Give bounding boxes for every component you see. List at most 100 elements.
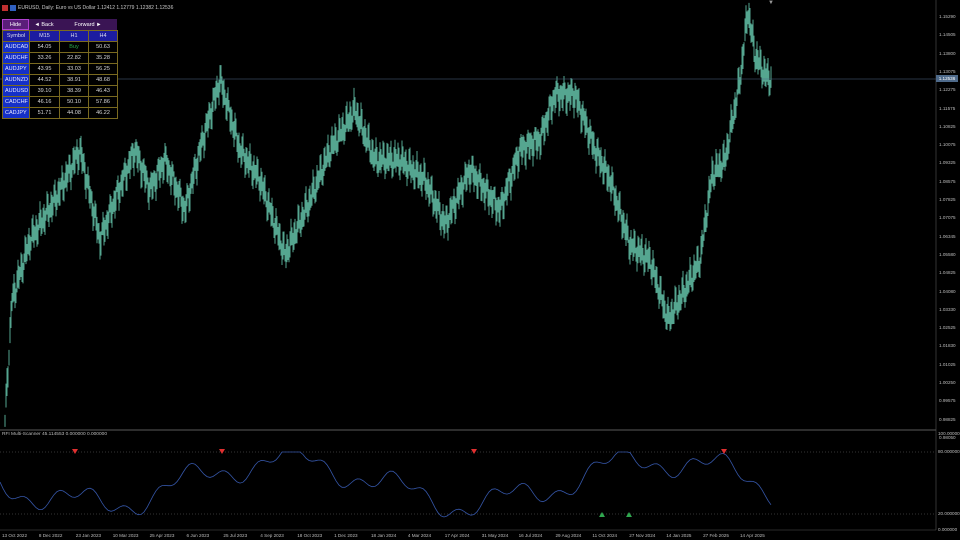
current-price-tag: 1.12536: [936, 75, 958, 82]
price-tick-label: 1.11575: [939, 105, 956, 111]
signal-arrows: [72, 449, 727, 517]
table-row[interactable]: AUDUSD 39.10 38.39 46.43: [2, 85, 118, 97]
sell-signal-arrow-icon: [219, 449, 225, 454]
h1-cell[interactable]: Buy: [59, 41, 89, 53]
date-tick-label: 23 Jan 2023: [75, 533, 102, 538]
rsi-tick-label: 0.000000: [938, 527, 958, 532]
chart-title-bar: EURUSD, Daily: Euro vs US Dollar 1.12412…: [2, 3, 173, 13]
price-tick-label: 1.07825: [939, 197, 956, 202]
m15-cell[interactable]: 44.52: [29, 74, 60, 86]
price-tick-label: 1.03330: [939, 306, 956, 312]
forward-button[interactable]: Forward ►: [59, 19, 117, 30]
h4-cell[interactable]: 56.25: [88, 63, 118, 75]
m15-cell[interactable]: 33.26: [29, 52, 60, 64]
symbol-cell[interactable]: CADJPY: [2, 107, 30, 119]
symbol-cell[interactable]: AUDCAD: [2, 41, 30, 53]
symbol-cell[interactable]: AUDNZD: [2, 74, 30, 86]
m15-cell[interactable]: 51.71: [29, 107, 60, 119]
date-tick-label: 8 Dec 2022: [38, 533, 63, 538]
buy-signal-arrow-icon: [599, 512, 605, 517]
sell-signal-arrow-icon: [471, 449, 477, 454]
price-tick-label: 1.10825: [939, 123, 956, 129]
column-header: Symbol: [2, 30, 30, 42]
price-tick-label: 1.04080: [939, 288, 956, 294]
date-tick-label: 18 Jan 2024: [371, 533, 397, 538]
date-tick-label: 29 Aug 2024: [555, 533, 582, 538]
symbol-cell[interactable]: AUDJPY: [2, 63, 30, 75]
h4-cell[interactable]: 48.68: [88, 74, 118, 86]
chart-title: EURUSD, Daily: Euro vs US Dollar 1.12412…: [18, 5, 174, 11]
h1-cell[interactable]: 50.10: [59, 96, 89, 108]
date-tick-label: 17 Apr 2024: [444, 533, 470, 538]
hide-button[interactable]: Hide: [2, 19, 29, 30]
table-row[interactable]: AUDCAD 54.05 Buy 50.63: [2, 41, 118, 53]
price-tick-label: 1.10075: [939, 142, 956, 148]
symbol-cell[interactable]: AUDUSD: [2, 85, 30, 97]
rsi-tick-label: 100.000000: [938, 431, 960, 436]
m15-cell[interactable]: 46.16: [29, 96, 60, 108]
price-tick-label: 1.01830: [939, 343, 956, 349]
buy-signal-arrow-icon: [626, 512, 632, 517]
h4-cell[interactable]: 57.86: [88, 96, 118, 108]
m15-cell[interactable]: 43.95: [29, 63, 60, 75]
h1-cell[interactable]: 22.82: [59, 52, 89, 64]
date-tick-label: 1 Dec 2023: [334, 533, 358, 538]
table-row[interactable]: AUDJPY 43.95 33.03 56.25: [2, 63, 118, 75]
column-header: H1: [59, 30, 89, 42]
price-tick-label: 1.05580: [939, 251, 956, 257]
price-tick-label: 0.98825: [939, 416, 956, 422]
price-tick-label: 1.15290: [939, 14, 956, 19]
date-tick-label: 14 Apr 2025: [740, 533, 765, 538]
table-row[interactable]: CADCHF 46.16 50.10 57.86: [2, 96, 118, 108]
shift-marker-icon[interactable]: ▼: [768, 0, 774, 6]
price-tick-label: 1.09325: [939, 160, 956, 166]
date-tick-label: 27 Feb 2025: [703, 533, 729, 538]
date-tick-label: 31 May 2024: [481, 533, 509, 538]
price-tick-label: 1.04825: [939, 270, 956, 276]
h4-cell[interactable]: 50.63: [88, 41, 118, 53]
price-tick-label: 1.13075: [939, 68, 956, 74]
chart-icon: [10, 5, 16, 11]
back-button[interactable]: ◄ Back: [29, 19, 59, 30]
date-tick-label: 27 Nov 2024: [629, 533, 656, 538]
price-tick-label: 1.14505: [939, 32, 956, 38]
price-tick-label: 1.02525: [939, 325, 956, 331]
indicator-title: RFI Multi-Scanner 45.114553 0.000000 0.0…: [2, 432, 107, 437]
date-tick-label: 11 Oct 2024: [592, 533, 618, 538]
m15-cell[interactable]: 39.10: [29, 85, 60, 97]
column-header: H4: [88, 30, 118, 42]
table-row[interactable]: AUDCHF 33.26 22.82 35.28: [2, 52, 118, 64]
price-series: [4, 2, 772, 427]
h4-cell[interactable]: 46.43: [88, 85, 118, 97]
m15-cell[interactable]: 54.05: [29, 41, 60, 53]
date-tick-label: 4 Mar 2024: [407, 533, 432, 538]
h1-cell[interactable]: 33.03: [59, 63, 89, 75]
price-tick-label: 1.12275: [939, 87, 956, 93]
price-tick-label: 1.13800: [939, 50, 956, 56]
scanner-table: Symbol M15 H1 H4 AUDCAD 54.05 Buy 50.63 …: [2, 30, 118, 119]
symbol-cell[interactable]: AUDCHF: [2, 52, 30, 64]
rsi-tick-label: 80.000000: [938, 449, 960, 454]
scanner-panel: Hide ◄ Back Forward ► Symbol M15 H1 H4 A…: [2, 19, 118, 119]
date-tick-label: 16 Jul 2024: [518, 533, 543, 538]
price-chart[interactable]: [0, 0, 960, 540]
date-tick-label: 13 Oct 2022: [2, 533, 28, 538]
h1-cell[interactable]: 44.08: [59, 107, 89, 119]
h1-cell[interactable]: 38.39: [59, 85, 89, 97]
price-tick-label: 1.06345: [939, 233, 956, 239]
date-tick-label: 6 Jun 2023: [186, 533, 210, 538]
symbol-cell[interactable]: CADCHF: [2, 96, 30, 108]
date-tick-label: 25 Apr 2023: [149, 533, 175, 538]
date-tick-label: 25 Jul 2023: [223, 533, 248, 538]
price-tick-label: 1.08575: [939, 178, 956, 184]
h4-cell[interactable]: 35.28: [88, 52, 118, 64]
price-tick-label: 0.99575: [939, 398, 956, 404]
date-tick-label: 4 Sep 2023: [260, 533, 284, 538]
table-row[interactable]: AUDNZD 44.52 38.91 48.68: [2, 74, 118, 86]
table-row[interactable]: CADJPY 51.71 44.08 46.22: [2, 107, 118, 119]
rsi-line: [0, 451, 772, 518]
rsi-tick-label: 20.000000: [938, 511, 960, 516]
h1-cell[interactable]: 38.91: [59, 74, 89, 86]
h4-cell[interactable]: 46.22: [88, 107, 118, 119]
price-tick-label: 1.01025: [939, 361, 956, 367]
